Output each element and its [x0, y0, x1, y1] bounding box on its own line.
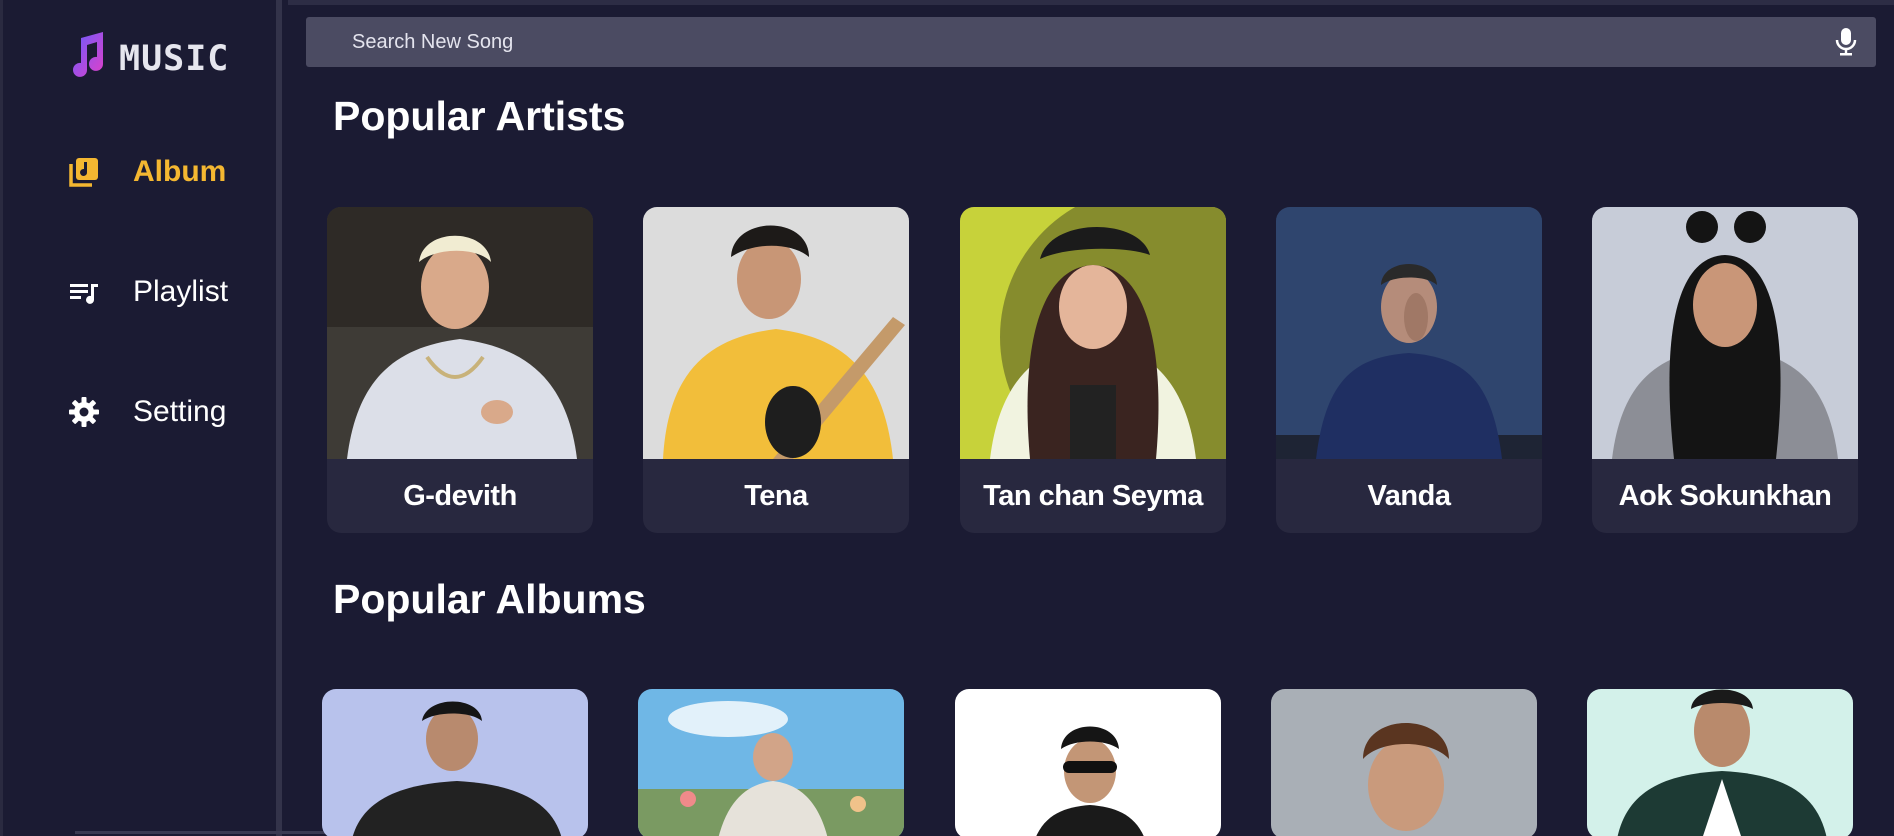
- sidebar-item-album[interactable]: Album: [67, 155, 226, 189]
- app-logo[interactable]: MUSIC: [67, 30, 229, 87]
- artist-card[interactable]: Vanda: [1276, 207, 1542, 533]
- album-cover: [1587, 689, 1853, 836]
- album-icon: [67, 155, 101, 189]
- music-note-icon: [67, 30, 109, 87]
- microphone-icon[interactable]: [1826, 22, 1866, 62]
- artist-name: Aok Sokunkhan: [1618, 479, 1832, 512]
- album-cover: [322, 689, 588, 836]
- artist-photo: [327, 207, 593, 459]
- search-input[interactable]: [306, 30, 1826, 54]
- sidebar: MUSIC Album Playlist Setting: [0, 0, 505, 836]
- section-title-albums: Popular Albums: [333, 576, 646, 622]
- album-cover: [638, 689, 904, 836]
- album-card[interactable]: [322, 689, 588, 836]
- section-title-artists: Popular Artists: [333, 93, 626, 139]
- gear-icon: [67, 395, 101, 429]
- album-card[interactable]: [638, 689, 904, 836]
- artist-photo: [1592, 207, 1858, 459]
- main-content: Popular Artists G-devith: [288, 0, 1894, 836]
- artist-card[interactable]: G-devith: [327, 207, 593, 533]
- app-title: MUSIC: [119, 38, 230, 79]
- sidebar-item-label: Album: [133, 155, 227, 188]
- album-cover: [955, 689, 1221, 836]
- album-card[interactable]: [955, 689, 1221, 836]
- album-card[interactable]: [1271, 689, 1537, 836]
- search-bar: [306, 17, 1876, 67]
- sidebar-item-playlist[interactable]: Playlist: [67, 275, 228, 309]
- artist-card[interactable]: Aok Sokunkhan: [1592, 207, 1858, 533]
- playlist-icon: [67, 275, 101, 309]
- artist-name: G-devith: [403, 479, 517, 512]
- artist-photo: [1276, 207, 1542, 459]
- album-cover: [1271, 689, 1537, 836]
- artist-photo: [643, 207, 909, 459]
- sidebar-item-setting[interactable]: Setting: [67, 395, 226, 429]
- artist-card[interactable]: Tena: [643, 207, 909, 533]
- album-card[interactable]: [1587, 689, 1853, 836]
- artist-name: Tena: [744, 479, 808, 512]
- sidebar-item-label: Playlist: [133, 275, 229, 308]
- artist-name: Tan chan Seyma: [983, 479, 1203, 512]
- artist-photo: [960, 207, 1226, 459]
- sidebar-item-label: Setting: [133, 395, 227, 428]
- artist-card[interactable]: Tan chan Seyma: [960, 207, 1226, 533]
- artist-name: Vanda: [1367, 479, 1451, 512]
